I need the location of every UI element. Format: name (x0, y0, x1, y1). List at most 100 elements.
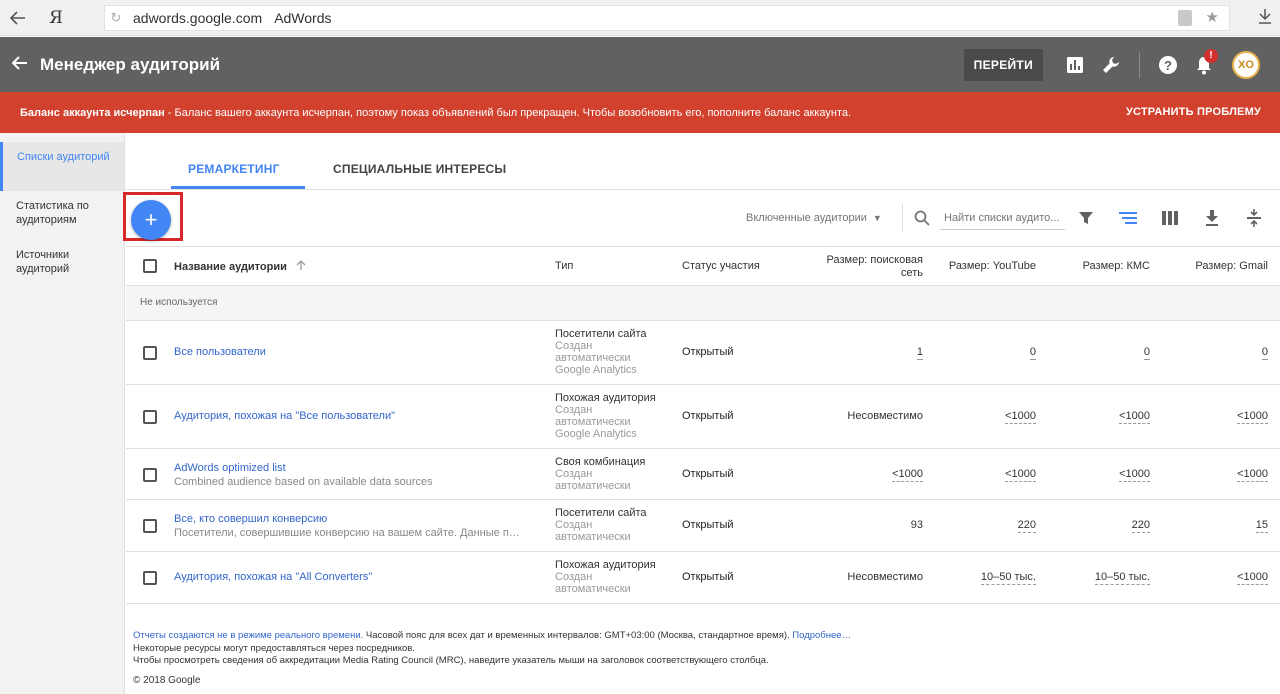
download-report-button[interactable] (1200, 206, 1224, 230)
type-sub: Создан (555, 404, 593, 416)
search-input[interactable] (940, 206, 1065, 230)
row-checkbox[interactable] (143, 346, 157, 360)
help-button[interactable]: ? (1150, 47, 1186, 83)
type-sub: Создан (555, 519, 593, 531)
sidebar-item-audience-lists[interactable]: Списки аудиторий (0, 142, 124, 191)
avatar[interactable]: XO (1232, 50, 1260, 79)
lock-icon[interactable] (1177, 10, 1192, 26)
caret-down-icon: ▼ (872, 213, 882, 223)
type-sub: Google Analytics (555, 364, 637, 376)
status-cell: Открытый (682, 346, 734, 358)
row-checkbox[interactable] (143, 571, 157, 585)
columns-button[interactable] (1158, 206, 1182, 230)
type-cell: Своя комбинация Создан автоматически (555, 456, 645, 492)
expand-collapse-button[interactable] (1242, 206, 1266, 230)
audience-name-link[interactable]: Все, кто совершил конверсию (174, 513, 524, 525)
type-cell: Посетители сайта Создан автоматически Go… (555, 328, 647, 376)
yandex-home-button[interactable]: Я (36, 8, 76, 28)
type-cell: Посетители сайта Создан автоматически (555, 507, 647, 543)
kms-size-cell: <1000 (1119, 410, 1150, 424)
select-all-checkbox[interactable] (143, 259, 157, 273)
tab-remarketing[interactable]: РЕМАРКЕТИНГ (188, 162, 280, 176)
filter-button[interactable] (1074, 206, 1098, 230)
fix-problem-button[interactable]: УСТРАНИТЬ ПРОБЛЕМУ (1126, 106, 1261, 118)
type-sub: автоматически (555, 352, 631, 364)
arrow-left-icon (10, 10, 25, 25)
type-sub: автоматически (555, 416, 631, 428)
reload-icon[interactable]: ↻ (105, 10, 127, 26)
audience-name-link[interactable]: AdWords optimized list (174, 462, 524, 474)
app-header: Менеджер аудиторий ПЕРЕЙТИ ? ! XO (0, 37, 1280, 92)
type-sub: Google Analytics (555, 428, 637, 440)
reports-button[interactable] (1057, 47, 1093, 83)
tools-button[interactable] (1093, 47, 1129, 83)
status-cell: Открытый (682, 410, 734, 422)
audience-name-link[interactable]: Все пользователи (174, 346, 266, 358)
search-size-cell: <1000 (892, 468, 923, 482)
search-size-cell: 1 (916, 346, 923, 360)
column-header-kms-size[interactable]: Размер: КМС (1046, 260, 1150, 272)
goto-button[interactable]: ПЕРЕЙТИ (963, 48, 1043, 81)
gmail-size-cell: 15 (1255, 519, 1268, 533)
type-sub: автоматически (555, 480, 631, 492)
row-checkbox[interactable] (143, 519, 157, 533)
search-size-cell: 93 (910, 519, 923, 531)
column-header-youtube-size[interactable]: Размер: YouTube (926, 260, 1036, 272)
youtube-size-cell: <1000 (1005, 468, 1036, 482)
type-main: Своя комбинация (555, 456, 646, 468)
wrench-icon (1103, 56, 1119, 73)
type-sub: Создан (555, 571, 593, 583)
type-sub: Создан (555, 468, 593, 480)
audience-description: Combined audience based on available dat… (174, 476, 433, 488)
column-header-type[interactable]: Тип (555, 260, 573, 272)
table-row: Все, кто совершил конверсию Посетители, … (126, 500, 1280, 552)
table-row: Аудитория, похожая на "Все пользователи"… (126, 385, 1280, 449)
sidebar-item-audience-stats[interactable]: Статистика по аудиториям (0, 191, 124, 240)
browser-back-button[interactable] (0, 0, 36, 36)
segment-button[interactable] (1116, 206, 1140, 230)
column-header-status[interactable]: Статус участия (682, 260, 760, 272)
sidebar-item-audience-sources[interactable]: Источники аудиторий (0, 240, 124, 289)
filter-icon (1079, 212, 1093, 224)
bar-chart-icon (1067, 56, 1083, 73)
footer-notes: Отчеты создаются не в режиме реального в… (133, 630, 851, 668)
table-header: Название аудитории Тип Статус участия Ра… (126, 246, 1280, 286)
sort-arrow-up-icon (296, 260, 306, 270)
column-header-name[interactable]: Название аудитории (174, 260, 306, 273)
alert-message: Баланс аккаунта исчерпан - Баланс вашего… (20, 107, 851, 119)
notifications-button[interactable]: ! (1186, 47, 1222, 83)
gmail-size-cell: <1000 (1237, 410, 1268, 424)
youtube-size-cell: <1000 (1005, 410, 1036, 424)
realtime-reports-link[interactable]: Отчеты создаются не в режиме реального в… (133, 630, 363, 641)
tab-bar: РЕМАРКЕТИНГ СПЕЦИАЛЬНЫЕ ИНТЕРЕСЫ (126, 133, 1280, 190)
audience-name-link[interactable]: Аудитория, похожая на "Все пользователи" (174, 410, 395, 422)
star-icon[interactable]: ★ (1206, 9, 1219, 27)
audience-name-link[interactable]: Аудитория, похожая на "All Converters" (174, 571, 372, 583)
kms-size-cell: <1000 (1119, 468, 1150, 482)
gmail-size-cell: 0 (1261, 346, 1268, 360)
status-cell: Открытый (682, 468, 734, 480)
add-button-highlight: + (123, 192, 183, 241)
column-header-gmail-size[interactable]: Размер: Gmail (1166, 260, 1268, 272)
page-title: Менеджер аудиторий (40, 54, 221, 74)
gmail-size-cell: <1000 (1237, 571, 1268, 585)
learn-more-link[interactable]: Подробнее… (792, 630, 851, 641)
add-audience-button[interactable]: + (131, 200, 171, 240)
tab-custom-interests[interactable]: СПЕЦИАЛЬНЫЕ ИНТЕРЕСЫ (333, 162, 506, 176)
back-button[interactable] (0, 53, 40, 76)
address-bar[interactable]: ↻ adwords.google.com AdWords ★ (104, 5, 1230, 31)
browser-download-button[interactable] (1258, 8, 1272, 29)
download-icon (1259, 9, 1271, 24)
kms-size-cell: 220 (1131, 519, 1150, 533)
alert-title: Баланс аккаунта исчерпан (20, 106, 165, 119)
row-checkbox[interactable] (143, 468, 157, 482)
url-domain: adwords.google.com (133, 10, 263, 26)
type-sub: Создан (555, 340, 593, 352)
row-checkbox[interactable] (143, 410, 157, 424)
audience-name-cell: Все, кто совершил конверсию Посетители, … (174, 513, 524, 539)
footer-line-2: Некоторые ресурсы могут предоставляться … (133, 642, 415, 654)
column-header-search-size[interactable]: Размер: поисковая сеть (816, 254, 924, 280)
audience-name-cell: AdWords optimized list Combined audience… (174, 462, 524, 488)
group-row-unused: Не используется (126, 286, 1280, 321)
audience-filter-dropdown[interactable]: Включенные аудитории ▼ (746, 212, 882, 224)
